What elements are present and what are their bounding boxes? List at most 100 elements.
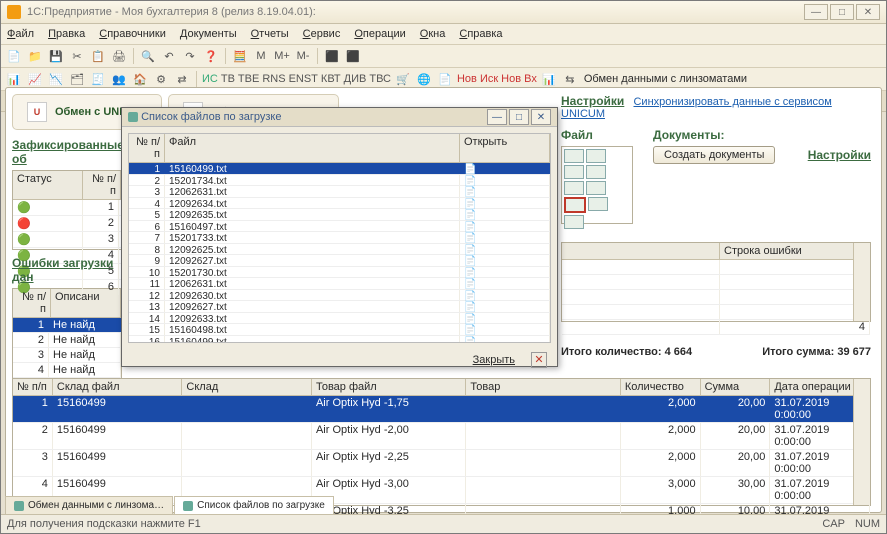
m-open-icon[interactable]: 📄 (460, 267, 550, 278)
tool-icon[interactable]: ↶ (160, 47, 178, 65)
m-plus-button[interactable]: M+ (273, 47, 291, 65)
tool-icon[interactable]: ✂ (68, 47, 86, 65)
chart-icon[interactable]: 📊 (540, 70, 558, 88)
m-open-icon[interactable]: 📄 (460, 255, 550, 266)
x-icon[interactable]: ✕ (531, 352, 547, 368)
menu-help[interactable]: Справка (459, 28, 502, 40)
m-open-icon[interactable]: 📄 (460, 336, 550, 344)
m-open-icon[interactable]: 📄 (460, 221, 550, 232)
m-open-icon[interactable]: 📄 (460, 278, 550, 289)
col-err-npp[interactable]: № п/п (13, 289, 51, 317)
settings-link[interactable]: Настройки (561, 94, 624, 108)
tool-icon[interactable]: ⬛ (323, 47, 341, 65)
m-open-icon[interactable]: 📄 (460, 175, 550, 186)
tool-icon[interactable]: ⬛ (344, 47, 362, 65)
tool-icon[interactable]: 🔍 (139, 47, 157, 65)
m-minus-button[interactable]: M- (294, 47, 312, 65)
doc-icon[interactable]: 📄 (436, 70, 454, 88)
tool-text[interactable]: ИС (202, 70, 218, 88)
tool-text[interactable]: ТВЕ (238, 70, 259, 88)
file-thumb[interactable] (564, 149, 584, 163)
m-open-icon[interactable]: 📄 (460, 209, 550, 220)
wtab-exchange[interactable]: Обмен данными с линзома… (5, 496, 173, 514)
maximize-button[interactable]: □ (830, 4, 854, 20)
main-col[interactable]: Товар файл (312, 379, 466, 395)
main-col[interactable]: Склад файл (53, 379, 183, 395)
menu-file[interactable]: Файл (7, 28, 34, 40)
col-status[interactable]: Статус (13, 171, 83, 199)
close-button[interactable]: ✕ (856, 4, 880, 20)
tool-icon[interactable]: ⚙ (152, 70, 170, 88)
tool-text[interactable]: ДИВ (344, 70, 367, 88)
tool-icon[interactable]: 📋 (89, 47, 107, 65)
m-open-icon[interactable]: 📄 (460, 244, 550, 255)
tool-text[interactable]: КВТ (321, 70, 341, 88)
tool-text[interactable]: RNS (262, 70, 285, 88)
m-open-icon[interactable]: 📄 (460, 198, 550, 209)
scrollbar[interactable] (853, 243, 870, 321)
create-docs-button[interactable]: Создать документы (653, 146, 775, 164)
tool-icon[interactable]: 🗂 (68, 70, 86, 88)
col-npp[interactable]: № п/п (83, 171, 121, 199)
m-open-icon[interactable]: 📄 (460, 163, 550, 174)
file-thumb[interactable] (586, 149, 606, 163)
tool-icon[interactable]: 📄 (5, 47, 23, 65)
scrollbar[interactable] (853, 379, 870, 505)
modal-min[interactable]: — (487, 109, 507, 125)
obmen-label[interactable]: Обмен данными с линзоматами (584, 73, 747, 85)
mcol-open[interactable]: Открыть (460, 134, 550, 162)
file-thumb[interactable] (586, 181, 606, 195)
col-err-desc[interactable]: Описани (51, 289, 121, 317)
col-err-line[interactable]: Строка ошибки (720, 243, 870, 259)
tool-icon[interactable]: ❓ (202, 47, 220, 65)
tool-text[interactable]: ТВ (221, 70, 235, 88)
new-wx[interactable]: Нов Вх (501, 70, 537, 88)
menu-edit[interactable]: Правка (48, 28, 85, 40)
m-open-icon[interactable]: 📄 (460, 324, 550, 335)
tool-icon[interactable]: 🖨 (110, 47, 128, 65)
tool-text[interactable]: ENST (289, 70, 318, 88)
tool-icon[interactable]: 🧾 (89, 70, 107, 88)
menu-reports[interactable]: Отчеты (251, 28, 289, 40)
tool-icon[interactable]: 📈 (26, 70, 44, 88)
file-thumb[interactable] (586, 165, 606, 179)
m-button[interactable]: M (252, 47, 270, 65)
menu-docs[interactable]: Документы (180, 28, 237, 40)
exchange-icon[interactable]: ⇆ (561, 70, 579, 88)
globe-icon[interactable]: 🌐 (415, 70, 433, 88)
settings-link-2[interactable]: Настройки (808, 148, 871, 162)
m-open-icon[interactable]: 📄 (460, 232, 550, 243)
main-col[interactable]: Сумма (701, 379, 771, 395)
main-col[interactable]: Количество (621, 379, 701, 395)
menu-service[interactable]: Сервис (303, 28, 341, 40)
m-open-icon[interactable]: 📄 (460, 301, 550, 312)
file-thumb-selected[interactable] (564, 197, 586, 213)
tool-icon[interactable]: 📊 (5, 70, 23, 88)
menu-ops[interactable]: Операции (354, 28, 405, 40)
m-open-icon[interactable]: 📄 (460, 186, 550, 197)
main-col[interactable]: Склад (182, 379, 312, 395)
tool-icon[interactable]: ↷ (181, 47, 199, 65)
wtab-filelist[interactable]: Список файлов по загрузке (174, 496, 334, 514)
file-thumb[interactable] (564, 181, 584, 195)
cart-icon[interactable]: 🛒 (394, 70, 412, 88)
tool-icon[interactable]: 📉 (47, 70, 65, 88)
minimize-button[interactable]: — (804, 4, 828, 20)
tool-icon[interactable]: 🏠 (131, 70, 149, 88)
tool-icon[interactable]: 💾 (47, 47, 65, 65)
tool-icon[interactable]: 🧮 (231, 47, 249, 65)
tool-icon[interactable]: 📁 (26, 47, 44, 65)
tool-text[interactable]: ТВС (369, 70, 391, 88)
tool-icon[interactable]: ⇄ (173, 70, 191, 88)
modal-max[interactable]: □ (509, 109, 529, 125)
modal-close-button[interactable]: Закрыть (463, 352, 525, 368)
file-thumb[interactable] (564, 215, 584, 229)
menu-windows[interactable]: Окна (420, 28, 446, 40)
mcol-npp[interactable]: № п/п (129, 134, 165, 162)
main-col[interactable]: № п/п (13, 379, 53, 395)
menu-dict[interactable]: Справочники (99, 28, 166, 40)
mcol-file[interactable]: Файл (165, 134, 460, 162)
tool-icon[interactable]: 👥 (110, 70, 128, 88)
m-open-icon[interactable]: 📄 (460, 313, 550, 324)
file-thumb[interactable] (588, 197, 608, 211)
